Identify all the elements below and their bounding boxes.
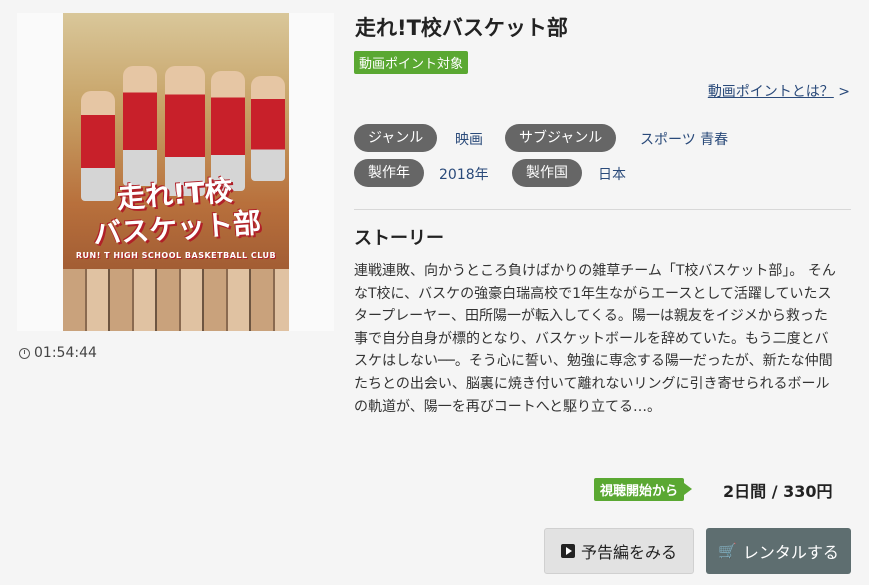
- page-title: 走れ!T校バスケット部: [355, 16, 568, 40]
- year-value[interactable]: 2018年: [439, 164, 489, 184]
- point-info-link-text[interactable]: 動画ポイントとは？: [708, 84, 834, 100]
- rent-button[interactable]: 🛒 レンタルする: [706, 528, 851, 574]
- divider: [354, 209, 851, 210]
- duration: 01:54:44: [19, 345, 97, 361]
- duration-value: 01:54:44: [34, 345, 97, 361]
- story-heading: ストーリー: [354, 228, 444, 249]
- year-label: 製作年: [354, 159, 424, 187]
- trailer-button[interactable]: 予告編をみる: [544, 528, 694, 574]
- play-icon: [560, 544, 575, 558]
- genre-label: ジャンル: [354, 124, 438, 152]
- genre-value[interactable]: 映画: [455, 129, 483, 149]
- point-badge: 動画ポイント対象: [354, 51, 469, 74]
- poster-player: [123, 66, 157, 186]
- poster-subtitle-logo: RUN! T HIGH SCHOOL BASKETBALL CLUB: [75, 251, 277, 260]
- rental-price: 2日間 / 330円: [723, 482, 833, 501]
- country-label: 製作国: [512, 159, 582, 187]
- poster-art: 走れ!T校 バスケット部 RUN! T HIGH SCHOOL BASKETBA…: [63, 13, 289, 331]
- poster-image: 走れ!T校 バスケット部 RUN! T HIGH SCHOOL BASKETBA…: [17, 13, 334, 331]
- rental-period-badge: 視聴開始から: [594, 478, 693, 501]
- country-value[interactable]: 日本: [598, 164, 626, 184]
- poster-title-logo: 走れ!T校 バスケット部: [92, 174, 263, 251]
- point-info-link[interactable]: 動画ポイントとは？ >: [708, 81, 850, 101]
- subgenre-value[interactable]: スポーツ 青春: [640, 129, 728, 149]
- trailer-button-label: 予告編をみる: [580, 543, 677, 562]
- poster-player: [251, 76, 285, 181]
- chevron-right-icon: >: [838, 84, 850, 100]
- rent-button-label: レンタルする: [742, 543, 839, 562]
- story-text: 連戦連敗、向かうところ負けばかりの雑草チーム「T校バスケット部」。 そんなT校に…: [354, 263, 836, 415]
- poster-cast-strip: [63, 269, 289, 331]
- subgenre-label: サブジャンル: [505, 124, 617, 152]
- clock-icon: [19, 347, 30, 359]
- cart-icon: 🛒: [718, 542, 737, 560]
